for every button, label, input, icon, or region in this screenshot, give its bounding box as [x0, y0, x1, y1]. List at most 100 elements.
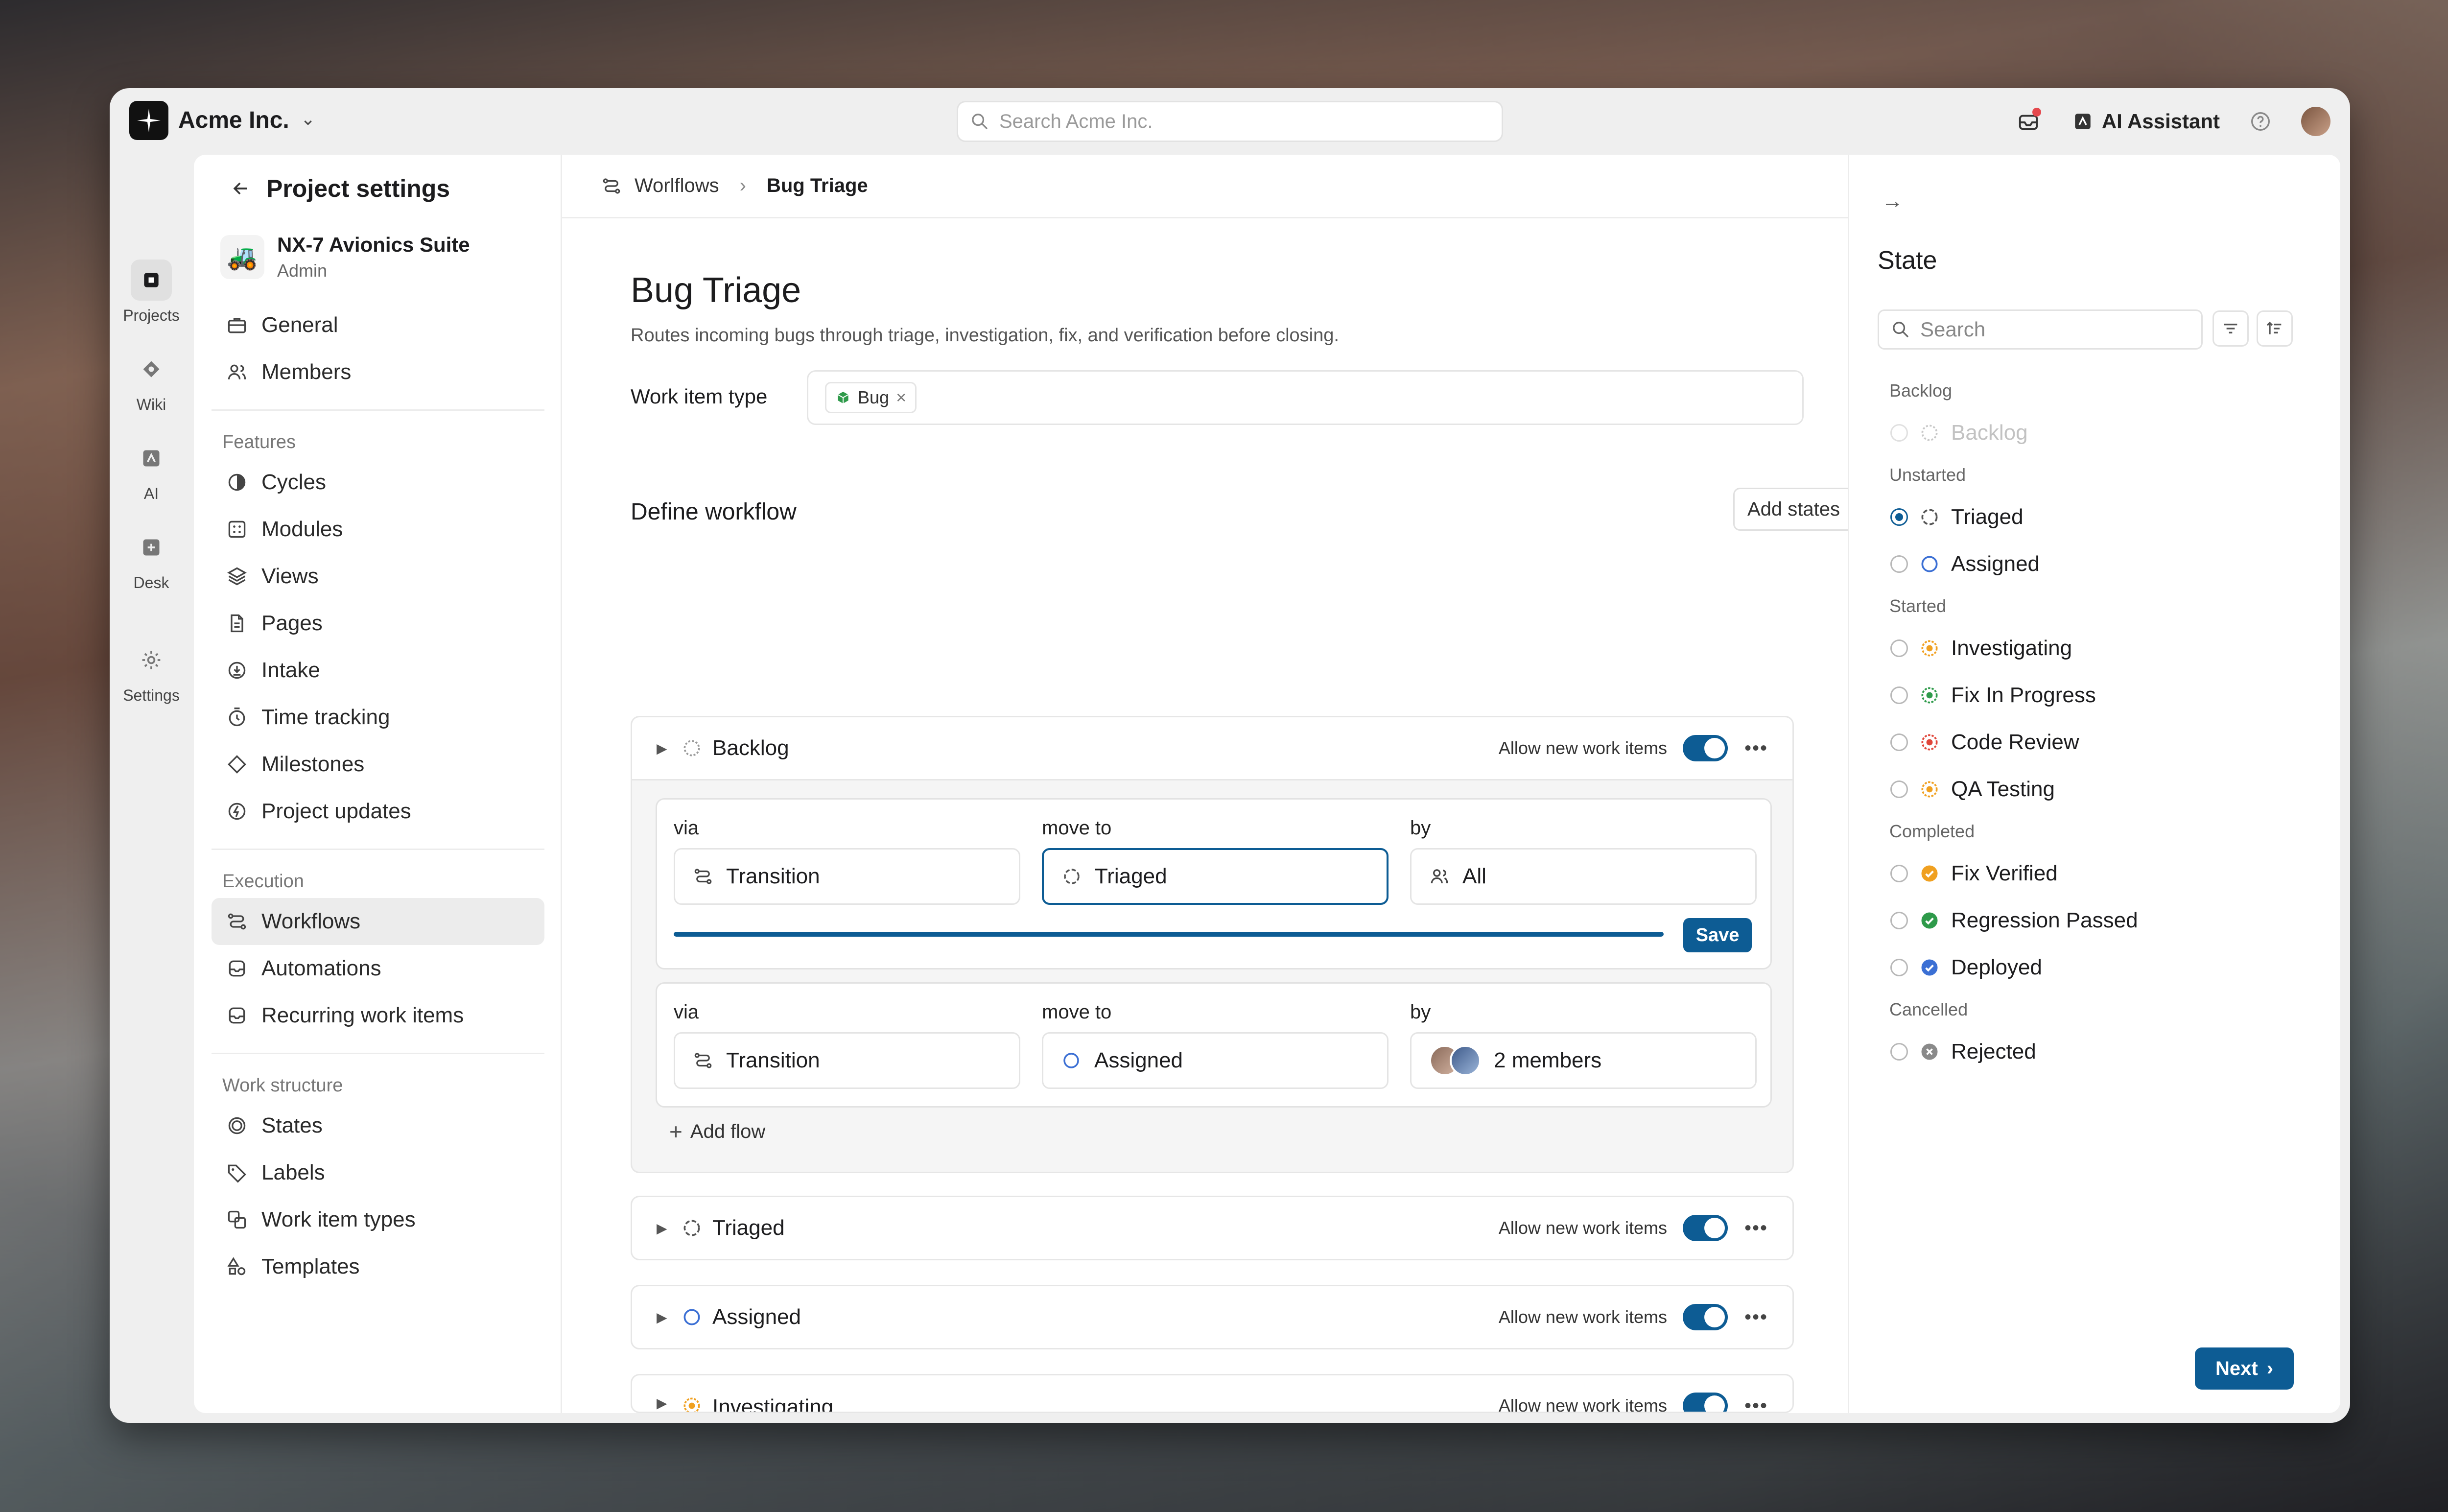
caret-right-icon[interactable]: ▶: [657, 1395, 681, 1411]
add-flow-button[interactable]: + Add flow: [669, 1118, 765, 1145]
workflow-state-row[interactable]: ▶ Assigned Allow new work items •••: [631, 1285, 1794, 1349]
sidebar-item-general[interactable]: General: [212, 302, 544, 349]
settings-sidebar: Project settings 🚜 NX-7 Avionics Suite A…: [194, 155, 562, 1413]
sidebar-item-label: Time tracking: [261, 705, 390, 729]
sidebar-item-pages[interactable]: Pages: [212, 600, 544, 647]
radio-button[interactable]: [1890, 686, 1908, 704]
breadcrumb-parent[interactable]: Worlflows: [635, 175, 719, 197]
radio-button[interactable]: [1890, 959, 1908, 976]
sort-button[interactable]: [2257, 310, 2293, 347]
ai-assistant-button[interactable]: AI Assistant: [2072, 110, 2220, 133]
by-select[interactable]: 2 members: [1410, 1032, 1757, 1089]
state-search-input[interactable]: Search: [1878, 309, 2203, 350]
sidebar-item-work-item-types[interactable]: Work item types: [212, 1196, 544, 1243]
divider: [212, 1053, 544, 1054]
work-item-type-select[interactable]: Bug ×: [807, 370, 1804, 425]
via-select[interactable]: Transition: [674, 848, 1020, 905]
filter-button[interactable]: [2213, 310, 2249, 347]
allow-new-label: Allow new work items: [1498, 1218, 1667, 1238]
help-icon[interactable]: [2249, 110, 2272, 133]
workflow-icon: [226, 911, 248, 932]
caret-right-icon[interactable]: ▶: [657, 1220, 681, 1236]
sidebar-item-automations[interactable]: Automations: [212, 945, 544, 992]
allow-new-toggle[interactable]: [1682, 1215, 1728, 1241]
arrow-right-icon[interactable]: →: [1882, 189, 1903, 213]
caret-right-icon[interactable]: ▶: [657, 740, 681, 756]
radio-button[interactable]: [1890, 1043, 1908, 1061]
sidebar-item-states[interactable]: States: [212, 1102, 544, 1149]
state-option[interactable]: Assigned: [1878, 541, 2318, 588]
radio-button[interactable]: [1890, 733, 1908, 751]
rail-item-wiki[interactable]: Wiki: [110, 349, 193, 414]
by-select[interactable]: All: [1410, 848, 1757, 905]
rail-item-ai[interactable]: AI: [110, 438, 193, 503]
notification-dot: [2032, 108, 2041, 117]
desk-icon: [131, 527, 172, 568]
sidebar-item-views[interactable]: Views: [212, 553, 544, 600]
state-option[interactable]: Fix Verified: [1878, 850, 2318, 897]
sidebar-item-workflows[interactable]: Workflows: [212, 898, 544, 945]
workflow-state-row[interactable]: ▶ Triaged Allow new work items •••: [631, 1196, 1794, 1260]
inbox-button[interactable]: [2014, 107, 2043, 136]
user-avatar[interactable]: [2301, 107, 2330, 136]
state-option[interactable]: Regression Passed: [1878, 897, 2318, 944]
sidebar-item-milestones[interactable]: Milestones: [212, 741, 544, 788]
sidebar-header[interactable]: Project settings: [230, 174, 450, 203]
move-to-select[interactable]: Triaged: [1042, 848, 1389, 905]
more-icon[interactable]: •••: [1744, 737, 1768, 759]
sidebar-item-intake[interactable]: Intake: [212, 647, 544, 694]
state-option[interactable]: Fix In Progress: [1878, 672, 2318, 719]
more-icon[interactable]: •••: [1744, 1395, 1768, 1412]
sidebar-item-time-tracking[interactable]: Time tracking: [212, 694, 544, 741]
radio-button[interactable]: [1890, 508, 1908, 526]
state-option[interactable]: Rejected: [1878, 1028, 2318, 1075]
global-search-input[interactable]: Search Acme Inc.: [957, 101, 1503, 142]
allow-new-toggle[interactable]: [1682, 1304, 1728, 1330]
add-states-button[interactable]: Add states: [1733, 488, 1855, 531]
state-status-icon: [1921, 912, 1938, 929]
workspace-name[interactable]: Acme Inc.: [178, 107, 289, 134]
state-option[interactable]: Deployed: [1878, 944, 2318, 991]
via-label: via: [674, 1001, 699, 1023]
state-option[interactable]: Triaged: [1878, 494, 2318, 541]
move-to-select[interactable]: Assigned: [1042, 1032, 1389, 1089]
intake-icon: [226, 660, 248, 681]
radio-button[interactable]: [1890, 639, 1908, 657]
sidebar-item-project-updates[interactable]: Project updates: [212, 788, 544, 835]
rail-item-settings[interactable]: Settings: [110, 639, 193, 705]
rail-item-desk[interactable]: Desk: [110, 527, 193, 592]
radio-button[interactable]: [1890, 780, 1908, 798]
state-option[interactable]: Code Review: [1878, 719, 2318, 766]
via-select[interactable]: Transition: [674, 1032, 1020, 1089]
sidebar-item-templates[interactable]: Templates: [212, 1243, 544, 1290]
save-button[interactable]: Save: [1683, 918, 1752, 952]
sidebar-item-modules[interactable]: Modules: [212, 506, 544, 553]
state-option-label: Investigating: [1951, 636, 2072, 660]
radio-button[interactable]: [1890, 865, 1908, 882]
radio-button[interactable]: [1890, 912, 1908, 929]
rail-item-projects[interactable]: Projects: [110, 260, 193, 325]
workflow-state-row[interactable]: ▶ Investigating Allow new work items •••: [631, 1374, 1794, 1413]
arrow-left-icon[interactable]: [230, 178, 252, 199]
next-button[interactable]: Next ›: [2195, 1347, 2294, 1390]
project-card[interactable]: 🚜 NX-7 Avionics Suite Admin: [220, 233, 470, 281]
section-label-features: Features: [222, 432, 296, 452]
wiki-icon: [131, 349, 172, 390]
sidebar-item-members[interactable]: Members: [212, 349, 544, 396]
sidebar-item-cycles[interactable]: Cycles: [212, 459, 544, 506]
sidebar-item-recurring-work-items[interactable]: Recurring work items: [212, 992, 544, 1039]
allow-new-toggle[interactable]: [1682, 735, 1728, 761]
workspace-logo[interactable]: [129, 101, 168, 140]
more-icon[interactable]: •••: [1744, 1306, 1768, 1328]
chevron-down-icon[interactable]: ⌄: [301, 109, 315, 129]
state-option[interactable]: QA Testing: [1878, 766, 2318, 813]
workflow-state-row[interactable]: ▶ Backlog Allow new work items •••: [631, 716, 1794, 780]
close-icon[interactable]: ×: [896, 387, 906, 408]
more-icon[interactable]: •••: [1744, 1217, 1768, 1239]
work-item-type-chip[interactable]: Bug ×: [825, 382, 917, 413]
state-option[interactable]: Investigating: [1878, 625, 2318, 672]
allow-new-toggle[interactable]: [1682, 1393, 1728, 1412]
radio-button[interactable]: [1890, 555, 1908, 573]
caret-right-icon[interactable]: ▶: [657, 1309, 681, 1325]
sidebar-item-labels[interactable]: Labels: [212, 1149, 544, 1196]
